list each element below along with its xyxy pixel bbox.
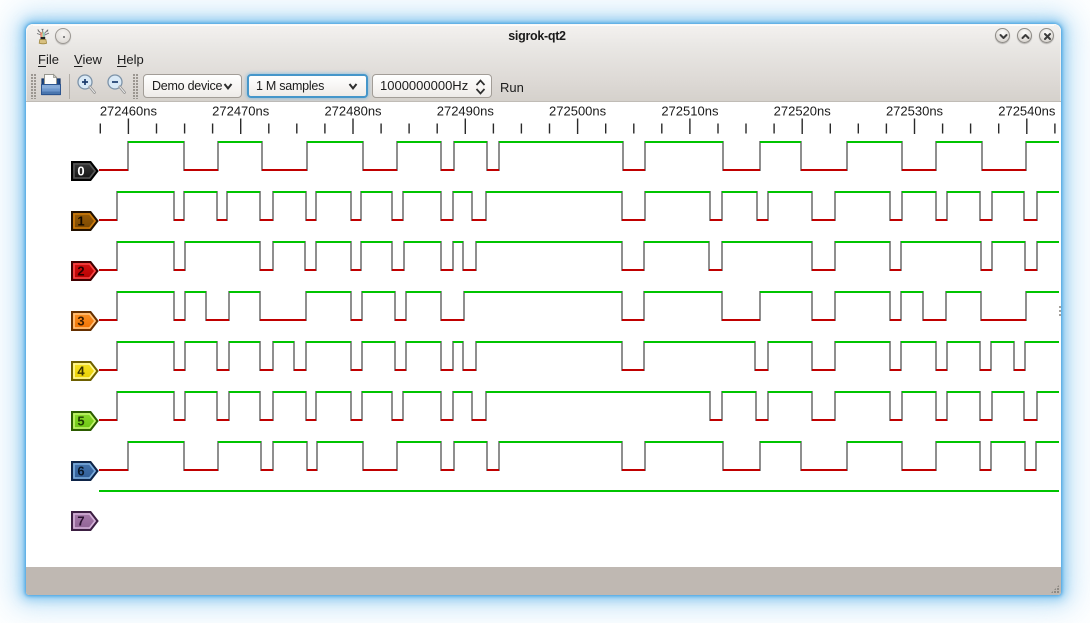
svg-text:272530ns: 272530ns [886,104,944,119]
svg-text:6: 6 [77,464,84,479]
svg-text:272540ns: 272540ns [998,104,1056,119]
svg-text:272500ns: 272500ns [549,104,607,119]
svg-text:0: 0 [77,164,84,179]
svg-text:3: 3 [77,314,84,329]
svg-text:1: 1 [77,214,84,229]
svg-text:272470ns: 272470ns [212,104,270,119]
svg-text:272490ns: 272490ns [437,104,495,119]
svg-text:272460ns: 272460ns [100,104,158,119]
svg-text:272510ns: 272510ns [661,104,719,119]
svg-text:272520ns: 272520ns [774,104,832,119]
svg-text:4: 4 [77,364,85,379]
svg-text:272480ns: 272480ns [324,104,382,119]
svg-text:5: 5 [77,414,84,429]
svg-text:7: 7 [77,514,84,529]
svg-text:2: 2 [77,264,84,279]
